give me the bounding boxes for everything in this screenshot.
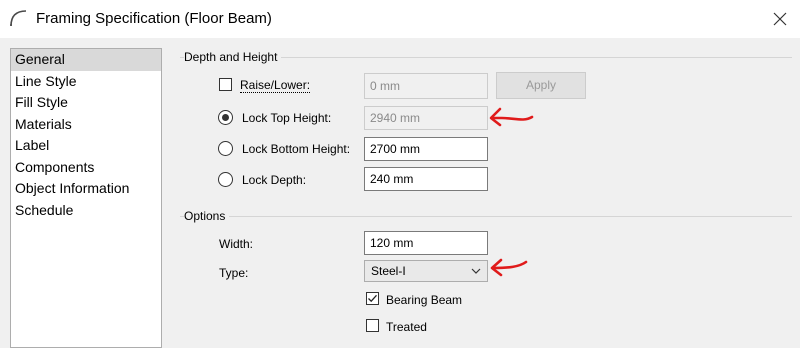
lock-bottom-height-radio[interactable] (218, 141, 233, 156)
checkmark-icon (368, 294, 377, 303)
treated-checkbox[interactable] (366, 319, 379, 332)
radio-selected-dot (222, 114, 229, 121)
options-title: Options (184, 209, 230, 223)
title-bar: Framing Specification (Floor Beam) (0, 0, 800, 38)
raise-lower-label[interactable]: Raise/Lower: (240, 78, 311, 93)
raise-lower-field[interactable]: 0 mm (364, 73, 488, 99)
lock-depth-field[interactable]: 240 mm (364, 167, 488, 191)
bearing-beam-checkbox[interactable] (366, 292, 379, 305)
lock-top-height-radio[interactable] (218, 110, 233, 125)
lock-depth-label[interactable]: Lock Depth: (242, 173, 306, 187)
type-select-value: Steel-I (371, 264, 406, 278)
window-title: Framing Specification (Floor Beam) (36, 10, 272, 27)
lock-top-height-label[interactable]: Lock Top Height: (242, 111, 331, 125)
sidebar-item-components[interactable]: Components (11, 157, 161, 179)
annotation-arrow-icon (489, 107, 534, 127)
apply-button[interactable]: Apply (496, 72, 586, 99)
sidebar-item-materials[interactable]: Materials (11, 114, 161, 136)
treated-label[interactable]: Treated (386, 320, 427, 334)
lock-depth-radio[interactable] (218, 172, 233, 187)
lock-bottom-height-label[interactable]: Lock Bottom Height: (242, 142, 350, 156)
sidebar-item-general[interactable]: General (11, 49, 161, 71)
close-button[interactable] (760, 0, 800, 38)
lock-bottom-height-field[interactable]: 2700 mm (364, 137, 488, 161)
category-list[interactable]: General Line Style Fill Style Materials … (10, 48, 162, 348)
arc-icon (10, 10, 27, 27)
bearing-beam-label[interactable]: Bearing Beam (386, 293, 462, 307)
close-icon (773, 12, 787, 26)
sidebar-item-line-style[interactable]: Line Style (11, 71, 161, 93)
sidebar-item-fill-style[interactable]: Fill Style (11, 92, 161, 114)
type-label: Type: (219, 266, 249, 280)
annotation-arrow-icon (490, 258, 528, 277)
sidebar-item-label[interactable]: Label (11, 135, 161, 157)
width-label: Width: (219, 237, 254, 251)
width-field[interactable]: 120 mm (364, 231, 488, 255)
group-divider (180, 216, 792, 217)
sidebar-item-object-information[interactable]: Object Information (11, 178, 161, 200)
sidebar-item-schedule[interactable]: Schedule (11, 200, 161, 222)
lock-top-height-field[interactable]: 2940 mm (364, 106, 488, 130)
chevron-down-icon (471, 268, 481, 274)
raise-lower-checkbox[interactable] (219, 78, 232, 91)
depth-height-title: Depth and Height (184, 50, 282, 64)
type-select[interactable]: Steel-I (364, 260, 488, 282)
